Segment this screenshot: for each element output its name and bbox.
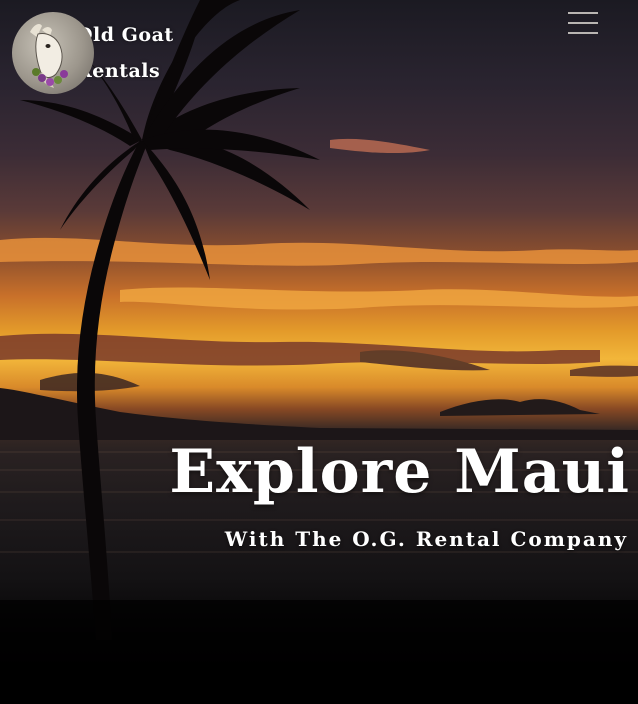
- menu-bar-top: [568, 12, 598, 14]
- menu-bar-middle: [568, 22, 598, 24]
- hero-background-image: [0, 0, 638, 704]
- hero-title: Explore Maui: [169, 437, 630, 507]
- brand-logo-link[interactable]: Old Goat Rentals: [12, 12, 174, 94]
- hero-subtitle: With The O.G. Rental Company: [224, 527, 628, 551]
- menu-bar-bottom: [568, 32, 598, 34]
- hamburger-menu-icon[interactable]: [568, 12, 598, 36]
- hero-section: Old Goat Rentals Explore Maui With The O…: [0, 0, 638, 704]
- goat-logo-icon: [12, 12, 94, 94]
